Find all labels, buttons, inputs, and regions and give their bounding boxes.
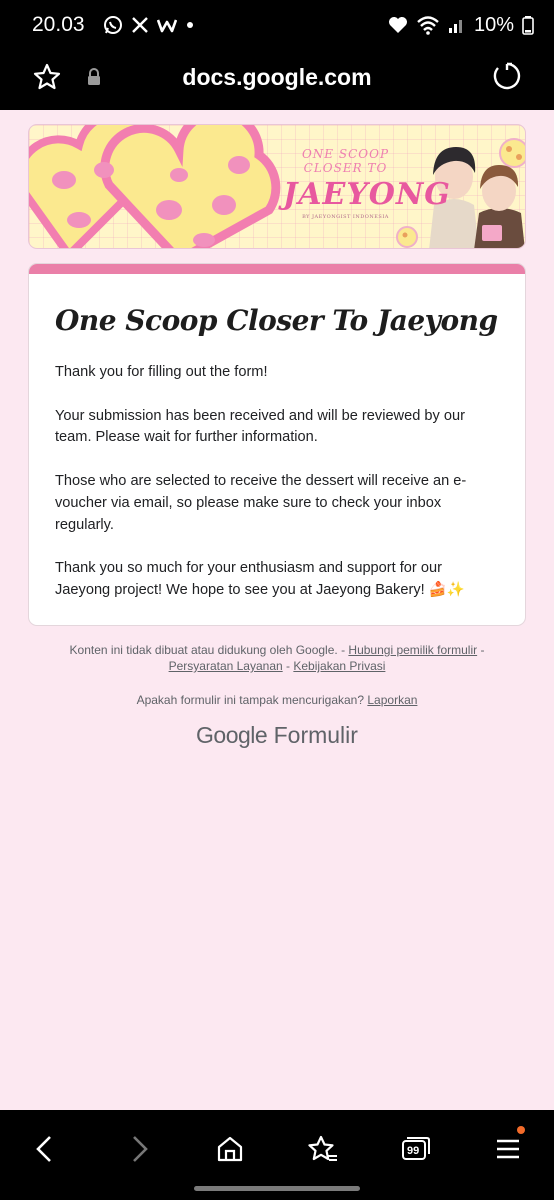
home-icon <box>217 1136 243 1162</box>
confirmation-card: One Scoop Closer To Jaeyong Thank you fo… <box>28 263 526 626</box>
status-bar: 20.03 10% <box>0 0 554 50</box>
confirmation-paragraph: Those who are selected to receive the de… <box>55 472 467 533</box>
form-header-banner: ONE SCOOP CLOSER TO JAEYONG BY JAEYONGIS… <box>28 124 526 249</box>
wifi-icon <box>416 15 440 35</box>
battery-percent: 10% <box>473 13 514 36</box>
card-accent-strip <box>29 264 525 274</box>
report-link[interactable]: Laporkan <box>367 693 417 707</box>
google-wordmark: Google <box>196 722 268 748</box>
tabs-button[interactable]: 99 <box>390 1124 440 1174</box>
footer-disclaimer-line: Konten ini tidak dibuat atau didukung ol… <box>0 642 554 658</box>
forward-arrow-icon <box>133 1136 148 1162</box>
bookmarks-button[interactable] <box>298 1124 348 1174</box>
webtoon-icon <box>156 16 177 34</box>
dot-icon <box>185 20 195 30</box>
google-forms-logo[interactable]: Google Formulir <box>0 722 554 749</box>
separator: - <box>480 643 485 657</box>
banner-credit: BY JAEYONGIST INDONESIA <box>302 214 389 220</box>
back-arrow-icon <box>36 1136 51 1162</box>
banner-title-line1: ONE SCOOP CLOSER TO <box>301 147 390 175</box>
x-icon <box>131 16 149 34</box>
tabs-count: 99 <box>407 1145 420 1157</box>
confirmation-paragraph: Thank you for filling out the form! <box>55 364 268 380</box>
banner-title: ONE SCOOP CLOSER TO JAEYONG BY JAEYONGIS… <box>283 147 451 220</box>
status-left: 20.03 <box>32 13 195 37</box>
banner-title-line2: JAEYONG <box>283 177 451 212</box>
suspicious-text: Apakah formulir ini tampak mencurigakan? <box>136 693 365 707</box>
separator: - <box>286 659 291 673</box>
disclaimer-text: Konten ini tidak dibuat atau didukung ol… <box>69 643 346 657</box>
back-button[interactable] <box>20 1124 70 1174</box>
confirmation-paragraph: Your submission has been received and wi… <box>55 407 465 446</box>
confirmation-paragraph: Thank you so much for your enthusiasm an… <box>55 560 466 598</box>
footer-links-line: Persyaratan Layanan - Kebijakan Privasi <box>0 658 554 674</box>
whatsapp-icon <box>103 15 123 35</box>
url-text[interactable]: docs.google.com <box>0 64 554 91</box>
form-title: One Scoop Closer To Jaeyong <box>55 304 498 337</box>
terms-link[interactable]: Persyaratan Layanan <box>169 659 283 673</box>
hamburger-menu-icon <box>497 1139 519 1159</box>
address-bar: docs.google.com <box>0 50 554 110</box>
form-footer: Konten ini tidak dibuat atau didukung ol… <box>0 642 554 708</box>
contact-owner-link[interactable]: Hubungi pemilik formulir <box>348 643 477 657</box>
forms-wordmark: Formulir <box>273 722 358 748</box>
home-button[interactable] <box>205 1124 255 1174</box>
signal-icon <box>448 16 466 34</box>
bookmarks-star-icon <box>308 1135 337 1161</box>
status-time: 20.03 <box>32 13 85 36</box>
forward-button[interactable] <box>114 1124 164 1174</box>
reload-icon[interactable] <box>492 61 522 96</box>
heart-icon <box>388 16 408 34</box>
battery-icon <box>522 15 534 35</box>
home-indicator[interactable] <box>194 1186 360 1191</box>
status-right: 10% <box>388 14 534 37</box>
privacy-link[interactable]: Kebijakan Privasi <box>293 659 385 673</box>
confirmation-message: Thank you for filling out the form! Your… <box>55 362 501 624</box>
notification-dot <box>517 1126 525 1134</box>
report-line: Apakah formulir ini tampak mencurigakan?… <box>0 692 554 708</box>
menu-button[interactable] <box>483 1124 533 1174</box>
banner-artwork <box>29 125 525 248</box>
